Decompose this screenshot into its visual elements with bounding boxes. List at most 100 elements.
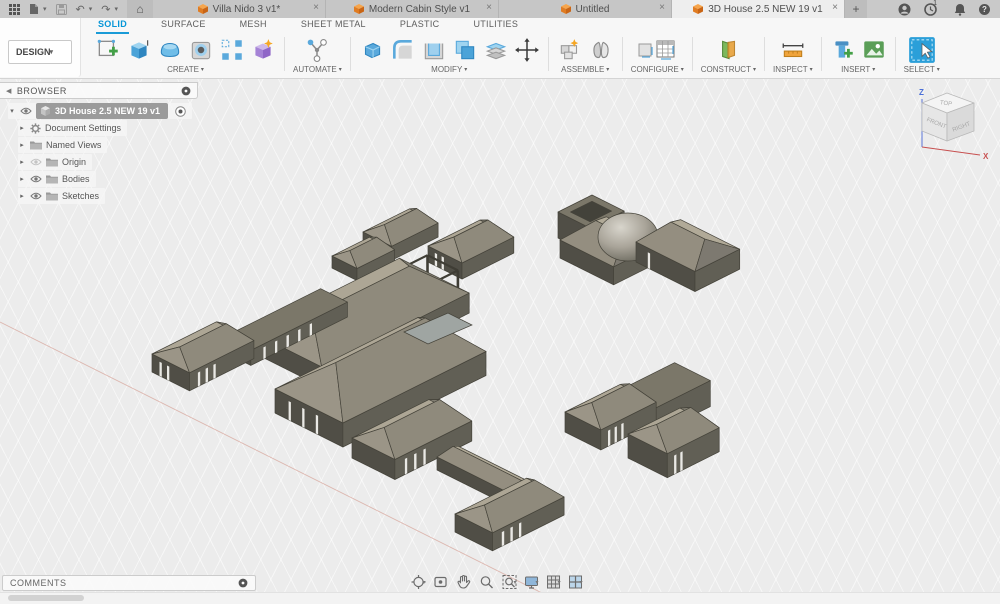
activate-component-radio[interactable] (175, 106, 186, 117)
tab-sheet-metal[interactable]: SHEET METAL (299, 17, 368, 34)
joint-icon[interactable] (588, 37, 614, 63)
group-label[interactable]: CONSTRUCT (701, 65, 751, 74)
doc-tab-villa-nido[interactable]: Villa Nido 3 v1* × (153, 0, 326, 18)
pan-tool[interactable] (456, 574, 472, 590)
dropdown-caret: ▾ (753, 66, 756, 73)
move-icon[interactable] (514, 37, 540, 63)
tab-surface[interactable]: SURFACE (159, 17, 208, 34)
combine-icon[interactable] (452, 37, 478, 63)
shell-icon[interactable] (421, 37, 447, 63)
timeline-scrubber[interactable] (8, 595, 84, 601)
doc-tab-modern-cabin[interactable]: Modern Cabin Style v1 × (326, 0, 499, 18)
tree-item-document-settings[interactable]: ▸ Document Settings (18, 120, 127, 136)
doc-tab-3d-house-active[interactable]: 3D House 2.5 NEW 19 v1 × (672, 0, 845, 18)
insert-mesh-icon[interactable] (830, 37, 856, 63)
tree-item-origin[interactable]: ▸ Origin (18, 154, 92, 170)
workspace-switcher[interactable]: DESIGN ▾ (8, 40, 72, 64)
root-component[interactable]: 3D House 2.5 NEW 19 v1 (36, 103, 168, 119)
close-icon[interactable]: × (313, 2, 319, 14)
undo-caret[interactable]: ▾ (89, 5, 93, 13)
help-icon[interactable]: ? (979, 4, 990, 15)
tree-item-named-views[interactable]: ▸ Named Views (18, 137, 107, 153)
expand-caret-icon[interactable]: ▸ (18, 175, 26, 183)
new-tab-button[interactable]: + (845, 0, 867, 18)
app-grid-icon[interactable] (9, 4, 20, 15)
expand-caret-icon[interactable]: ▸ (18, 192, 26, 200)
tab-mesh[interactable]: MESH (238, 17, 269, 34)
fillet-icon[interactable] (390, 37, 416, 63)
visibility-eye-icon[interactable] (30, 175, 42, 183)
3d-viewport[interactable]: ◀ BROWSER ▾ 3D House 2.5 NEW 19 v1 ▸ Doc… (0, 79, 1000, 604)
viewports-tool[interactable]: ▾ (568, 574, 583, 590)
new-component-icon[interactable] (557, 37, 583, 63)
automate-icon[interactable] (304, 37, 330, 63)
tab-utilities[interactable]: UTILITIES (471, 17, 520, 34)
comments-bar[interactable]: COMMENTS (2, 575, 256, 591)
group-label[interactable]: INSERT (841, 65, 870, 74)
create-sketch-icon[interactable] (95, 37, 121, 63)
canvas-image-icon[interactable] (861, 37, 887, 63)
dropdown-caret: ▾ (339, 66, 342, 73)
measure-icon[interactable] (780, 37, 806, 63)
extrude-icon[interactable] (126, 37, 152, 63)
visibility-eye-icon-hidden[interactable] (30, 158, 42, 166)
redo-caret[interactable]: ▾ (114, 5, 118, 13)
close-icon[interactable]: × (659, 2, 665, 14)
profile-icon[interactable] (898, 3, 911, 16)
folder-icon (46, 157, 58, 167)
visibility-eye-icon[interactable] (30, 192, 42, 200)
undo-icon[interactable]: ↶ (76, 3, 85, 16)
visibility-eye-icon[interactable] (20, 107, 32, 115)
group-label[interactable]: AUTOMATE (293, 65, 337, 74)
group-label[interactable]: ASSEMBLE (561, 65, 604, 74)
select-icon[interactable] (907, 35, 937, 65)
split-body-icon[interactable] (483, 37, 509, 63)
display-settings-tool[interactable]: ▾ (524, 574, 539, 590)
expanded-caret-icon[interactable]: ▾ (8, 107, 16, 115)
file-menu-icon[interactable] (29, 3, 39, 15)
hole-icon[interactable] (188, 37, 214, 63)
grid-settings-tool[interactable]: ▾ (546, 574, 561, 590)
collapse-panel-icon[interactable]: ◀ (6, 87, 12, 95)
job-status[interactable]: 1 (924, 3, 941, 16)
expand-caret-icon[interactable]: ▸ (18, 141, 26, 149)
doc-tab-untitled[interactable]: Untitled × (499, 0, 672, 18)
tab-solid[interactable]: SOLID (96, 17, 129, 34)
group-label[interactable]: INSPECT (773, 65, 808, 74)
look-at-tool[interactable] (433, 574, 449, 590)
close-icon[interactable]: × (832, 2, 838, 14)
browser-header[interactable]: ◀ BROWSER (0, 82, 198, 99)
redo-icon[interactable]: ↷ (101, 3, 110, 16)
comments-options-icon[interactable] (238, 578, 248, 588)
group-label[interactable]: CONFIGURE (631, 65, 679, 74)
group-create: CREATE▾ (88, 34, 283, 77)
construction-plane-icon[interactable] (715, 37, 741, 63)
zoom-fit-tool[interactable]: ▾ (502, 574, 517, 590)
expand-caret-icon[interactable]: ▸ (18, 158, 26, 166)
tree-root-row[interactable]: ▾ 3D House 2.5 NEW 19 v1 (8, 103, 192, 119)
group-label[interactable]: SELECT (904, 65, 935, 74)
pattern-icon[interactable] (219, 37, 245, 63)
orbit-tool[interactable]: ▾ (411, 574, 426, 590)
group-label[interactable]: MODIFY (431, 65, 462, 74)
configuration-icon[interactable] (637, 37, 677, 63)
notifications-bell-icon[interactable] (954, 3, 966, 16)
group-construct: CONSTRUCT▾ (694, 34, 763, 77)
press-pull-icon[interactable] (359, 37, 385, 63)
save-icon[interactable] (56, 4, 67, 15)
file-menu-caret[interactable]: ▾ (43, 5, 47, 13)
close-icon[interactable]: × (486, 2, 492, 14)
doc-tab-label: Villa Nido 3 v1* (213, 4, 281, 15)
group-label[interactable]: CREATE (167, 65, 199, 74)
zoom-tool[interactable] (479, 574, 495, 590)
panel-options-icon[interactable] (181, 86, 191, 96)
tree-item-sketches[interactable]: ▸ Sketches (18, 188, 105, 204)
component-cube-icon (41, 106, 50, 116)
expand-caret-icon[interactable]: ▸ (18, 124, 26, 132)
tree-item-bodies[interactable]: ▸ Bodies (18, 171, 96, 187)
tab-plastic[interactable]: PLASTIC (398, 17, 442, 34)
generative-icon[interactable] (250, 37, 276, 63)
home-button[interactable]: ⌂ (127, 0, 153, 18)
view-cube[interactable]: Z X TOP FRONT RIGHT (900, 85, 992, 168)
form-icon[interactable] (157, 37, 183, 63)
